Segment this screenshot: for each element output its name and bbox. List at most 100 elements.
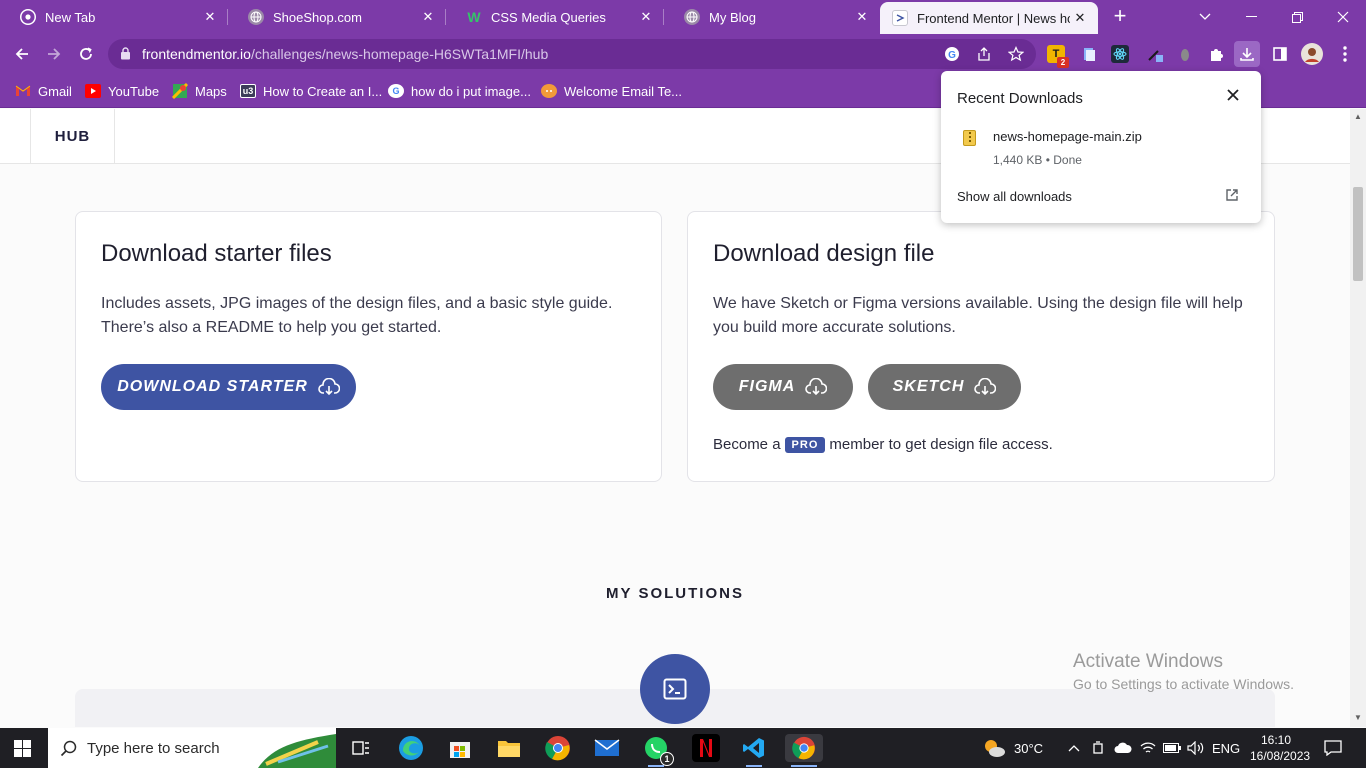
- volume-icon[interactable]: [1187, 728, 1205, 768]
- close-window-button[interactable]: [1320, 0, 1366, 34]
- hub-tab[interactable]: HUB: [30, 109, 115, 164]
- forward-button[interactable]: [41, 41, 67, 67]
- input-language[interactable]: ENG: [1212, 728, 1240, 768]
- windows-start-icon[interactable]: [14, 740, 31, 757]
- bookmark-welcome-email[interactable]: Welcome Email Te...: [541, 82, 682, 100]
- tab-new-tab[interactable]: New Tab ✕: [0, 0, 228, 34]
- extension-grey-icon[interactable]: [1176, 45, 1194, 63]
- wifi-icon[interactable]: [1140, 728, 1156, 768]
- netflix-icon[interactable]: [692, 734, 720, 762]
- extension-docs-icon[interactable]: [1080, 45, 1098, 63]
- tab-shoeshop[interactable]: ShoeShop.com ✕: [228, 0, 446, 34]
- scroll-up-arrow-icon[interactable]: ▲: [1353, 112, 1363, 122]
- bookmark-star-icon[interactable]: [1006, 44, 1026, 64]
- tab-close-button[interactable]: ✕: [852, 9, 872, 25]
- page-scrollbar[interactable]: ▲ ▼: [1350, 109, 1366, 727]
- clock-date: 16/08/2023: [1250, 749, 1311, 763]
- profile-avatar[interactable]: [1299, 41, 1325, 67]
- restore-button[interactable]: [1274, 0, 1320, 34]
- edge-icon[interactable]: [397, 734, 425, 762]
- chrome-icon: [20, 9, 36, 25]
- weather-widget[interactable]: 30°C: [982, 728, 1043, 768]
- task-view-icon[interactable]: [347, 734, 375, 762]
- starter-card-description: Includes assets, JPG images of the desig…: [101, 292, 612, 340]
- vscode-icon[interactable]: [740, 734, 768, 767]
- file-explorer-icon[interactable]: [495, 734, 523, 762]
- weather-sun-cloud-icon: [985, 740, 1005, 757]
- zip-file-icon: [963, 130, 976, 146]
- chrome-menu-icon[interactable]: [1332, 41, 1358, 67]
- cloud-download-icon: [974, 378, 997, 396]
- scrollbar-thumb[interactable]: [1353, 187, 1363, 281]
- url-domain: frontendmentor.io: [142, 46, 251, 62]
- search-placeholder: Type here to search: [87, 739, 220, 757]
- share-icon[interactable]: [974, 44, 994, 64]
- download-starter-button[interactable]: DOWNLOAD STARTER: [101, 364, 356, 410]
- clock-time: 16:10: [1260, 733, 1292, 747]
- bookmark-label: how do i put image...: [411, 83, 531, 99]
- bookmark-maps[interactable]: Maps: [172, 82, 227, 100]
- whatsapp-icon[interactable]: 1: [642, 734, 674, 767]
- open-external-icon[interactable]: [1225, 188, 1241, 204]
- extension-eyedropper-icon[interactable]: [1146, 45, 1164, 63]
- downloads-button[interactable]: [1234, 41, 1260, 67]
- onedrive-cloud-icon[interactable]: [1114, 728, 1132, 768]
- lock-icon: [120, 47, 134, 61]
- tab-close-button[interactable]: ✕: [1070, 10, 1090, 26]
- taskbar-search-box[interactable]: Type here to search: [48, 728, 336, 768]
- reload-button[interactable]: [73, 41, 99, 67]
- design-card-description: We have Sketch or Figma versions availab…: [713, 292, 1243, 340]
- download-file-meta: 1,440 KB • Done: [993, 153, 1082, 167]
- u3-icon: u3: [240, 84, 256, 98]
- back-button[interactable]: [9, 41, 35, 67]
- show-all-downloads-link[interactable]: Show all downloads: [957, 189, 1072, 204]
- w3-icon: W: [467, 9, 481, 25]
- bookmark-how-to-create[interactable]: u3 How to Create an I...: [240, 82, 382, 100]
- design-file-card: Download design file We have Sketch or F…: [687, 211, 1275, 482]
- pro-note-suffix: member to get design file access.: [829, 436, 1053, 453]
- show-hidden-icons-chevron-icon[interactable]: [1068, 728, 1080, 768]
- usb-device-icon[interactable]: [1092, 728, 1104, 768]
- tab-css-media-queries[interactable]: W CSS Media Queries ✕: [446, 0, 664, 34]
- youtube-icon: [85, 84, 101, 98]
- recent-downloads-title: Recent Downloads: [957, 90, 1083, 107]
- cloud-download-icon: [317, 378, 340, 396]
- chrome-taskbar-icon[interactable]: [544, 734, 572, 762]
- microsoft-store-icon[interactable]: [446, 734, 474, 762]
- terminal-icon: [640, 654, 710, 724]
- cloud-download-icon: [805, 378, 828, 396]
- sketch-button[interactable]: SKETCH: [868, 364, 1021, 410]
- tab-search-chevron-icon[interactable]: [1182, 0, 1228, 34]
- download-file-name[interactable]: news-homepage-main.zip: [993, 129, 1142, 144]
- chrome-active-window-icon[interactable]: [785, 734, 823, 767]
- notifications-icon[interactable]: [1324, 728, 1342, 768]
- scroll-down-arrow-icon[interactable]: ▼: [1353, 713, 1363, 723]
- figma-button[interactable]: FIGMA: [713, 364, 853, 410]
- side-panel-icon[interactable]: [1267, 41, 1293, 67]
- react-devtools-icon[interactable]: [1111, 45, 1129, 63]
- close-icon[interactable]: [1225, 87, 1241, 103]
- tab-close-button[interactable]: ✕: [418, 9, 438, 25]
- bookmark-youtube[interactable]: YouTube: [85, 82, 159, 100]
- pro-badge[interactable]: PRO: [784, 436, 826, 453]
- bookmark-how-do-i-put-image[interactable]: G how do i put image...: [388, 82, 531, 100]
- new-tab-button[interactable]: +: [1108, 5, 1132, 29]
- address-bar[interactable]: frontendmentor.io/challenges/news-homepa…: [108, 39, 1036, 69]
- mail-icon[interactable]: [593, 734, 621, 762]
- google-lens-icon[interactable]: G: [942, 44, 962, 64]
- tab-close-button[interactable]: ✕: [200, 9, 220, 25]
- minimize-button[interactable]: [1228, 0, 1274, 34]
- bookmark-gmail[interactable]: Gmail: [15, 82, 72, 100]
- extensions-puzzle-icon[interactable]: [1203, 41, 1229, 67]
- battery-icon[interactable]: [1163, 728, 1181, 768]
- starter-card-title: Download starter files: [101, 240, 332, 267]
- tab-title: CSS Media Queries: [491, 9, 606, 25]
- system-clock[interactable]: 16:10 16/08/2023: [1250, 732, 1311, 764]
- tab-title: Frontend Mentor | News hom: [917, 10, 1070, 26]
- tab-my-blog[interactable]: My Blog ✕: [664, 0, 880, 34]
- bookmark-label: Gmail: [38, 83, 72, 99]
- activate-windows-watermark: Activate Windows Go to Settings to activ…: [1073, 651, 1294, 692]
- tab-frontend-mentor[interactable]: Frontend Mentor | News hom ✕: [880, 2, 1098, 34]
- maps-icon: [172, 83, 188, 99]
- tab-close-button[interactable]: ✕: [636, 9, 656, 25]
